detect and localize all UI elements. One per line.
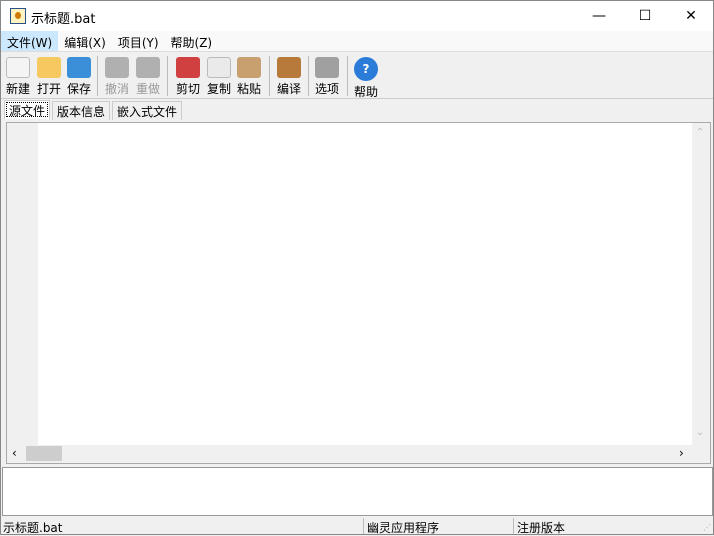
help-icon: ? [354,57,378,81]
menu-bar: 文件(W) 编辑(X) 项目(Y) 帮助(Z) [1,31,713,52]
resize-grip-icon[interactable]: ⋰ [703,523,711,532]
toolbar-button-compile[interactable]: 编译 [274,55,304,97]
toolbar: 新建 打开 保存 撤消 重做 剪切 复制 粘贴 编译 选项? 帮助 [1,53,713,99]
toolbar-button-label: 打开 [36,82,61,96]
cut-icon [176,57,200,78]
redo-icon [136,57,160,78]
source-editor[interactable]: ⌃ ⌄ ‹ › [6,122,711,464]
toolbar-button-label: 粘贴 [236,82,261,96]
toolbar-button-label: 帮助 [353,85,378,99]
scroll-down-icon[interactable]: ⌄ [696,427,704,438]
toolbar-separator [97,56,98,96]
options-gear-icon [315,57,339,78]
tab-source[interactable]: 源文件 [4,100,51,119]
line-number-gutter [7,123,38,445]
toolbar-button-label: 选项 [314,82,339,96]
toolbar-button-label: 剪切 [175,82,200,96]
toolbar-button-options-gear[interactable]: 选项 [312,55,342,97]
minimize-button[interactable]: — [576,1,622,31]
toolbar-button-label: 新建 [5,82,30,96]
window-title: 示标题.bat [31,12,96,27]
output-pane[interactable] [2,467,713,516]
toolbar-button-save[interactable]: 保存 [64,55,94,97]
toolbar-button-help[interactable]: ? 帮助 [351,55,381,99]
status-license: 注册版本 [517,521,566,535]
toolbar-button-cut[interactable]: 剪切 [173,55,203,97]
status-divider [513,518,514,534]
copy-icon [207,57,231,78]
toolbar-separator [347,56,348,96]
maximize-button[interactable]: ☐ [622,1,668,31]
tab-version-info[interactable]: 版本信息 [52,101,111,120]
horizontal-scrollbar[interactable]: ‹ › [7,445,710,463]
menu-file[interactable]: 文件(W) [1,31,59,51]
scroll-left-icon[interactable]: ‹ [12,446,17,460]
toolbar-button-label: 编译 [276,82,301,96]
new-file-icon [6,57,30,78]
menu-project[interactable]: 项目(Y) [112,31,165,51]
toolbar-button-paste[interactable]: 粘贴 [234,55,264,97]
tab-strip: 源文件 版本信息 嵌入式文件 [1,100,713,121]
close-button[interactable]: ✕ [668,1,714,31]
undo-icon [105,57,129,78]
menu-help[interactable]: 帮助(Z) [165,31,219,51]
scroll-up-icon[interactable]: ⌃ [696,127,704,138]
toolbar-separator [269,56,270,96]
toolbar-button-copy[interactable]: 复制 [204,55,234,97]
status-bar: 示标题.bat 幽灵应用程序 注册版本 ⋰ [1,517,713,535]
save-icon [67,57,91,78]
scroll-right-icon[interactable]: › [679,446,684,460]
status-divider [363,518,364,534]
app-icon [10,8,26,24]
toolbar-separator [167,56,168,96]
toolbar-button-label: 复制 [206,82,231,96]
toolbar-button-label: 撤消 [104,82,129,96]
title-bar: 示标题.bat — ☐ ✕ [1,1,713,31]
compile-icon [277,57,301,78]
toolbar-button-new-file[interactable]: 新建 [3,55,33,97]
paste-icon [237,57,261,78]
menu-edit[interactable]: 编辑(X) [58,31,112,51]
status-app: 幽灵应用程序 [367,521,440,535]
toolbar-button-label: 保存 [66,82,91,96]
horizontal-scroll-thumb[interactable] [26,446,62,461]
toolbar-button-undo[interactable]: 撤消 [102,55,132,97]
vertical-scrollbar[interactable]: ⌃ ⌄ [692,123,710,445]
toolbar-button-label: 重做 [135,82,160,96]
tab-embedded-files[interactable]: 嵌入式文件 [112,101,183,120]
status-file: 示标题.bat [3,521,63,535]
toolbar-button-redo[interactable]: 重做 [133,55,163,97]
toolbar-separator [308,56,309,96]
open-folder-icon [37,57,61,78]
toolbar-button-open-folder[interactable]: 打开 [34,55,64,97]
